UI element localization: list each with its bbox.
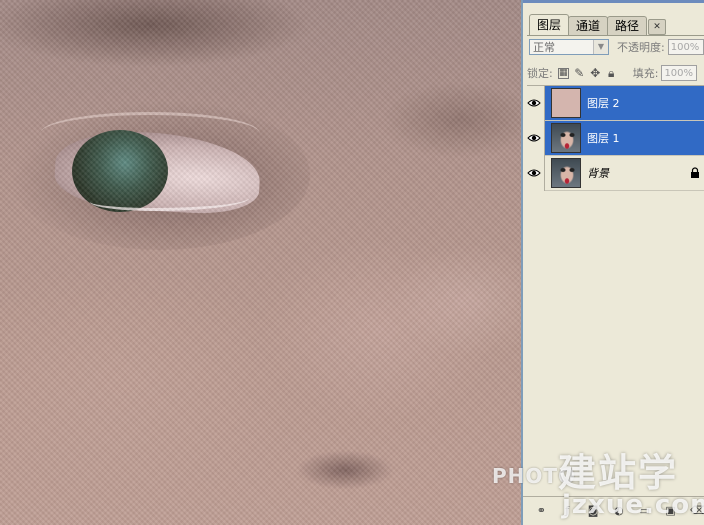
layer-row[interactable]: 图层 1: [523, 120, 704, 156]
layer-lock-icon: [691, 167, 699, 178]
lock-all-icon[interactable]: 🔒︎: [606, 67, 617, 79]
new-layer-icon[interactable]: ▣: [664, 505, 677, 517]
tabs-divider: [527, 35, 704, 36]
layer-name: 图层 2: [587, 97, 620, 110]
fill-label: 填充:: [632, 67, 659, 80]
upper-eyelid: [40, 112, 260, 155]
panel-menu-icon[interactable]: ✕: [648, 19, 667, 35]
lock-transparency-icon[interactable]: ▦: [557, 67, 569, 79]
blend-row: 正常 ▼ 不透明度: 100%: [529, 38, 704, 56]
layer-style-icon[interactable]: ƒ: [561, 505, 574, 517]
layer-name: 背景: [587, 167, 609, 180]
layer-row[interactable]: 背景: [523, 155, 704, 191]
visibility-eye-icon[interactable]: [523, 120, 545, 156]
blend-mode-select[interactable]: 正常 ▼: [529, 39, 609, 55]
adjustment-icon[interactable]: ◐: [612, 505, 625, 517]
photo-canvas[interactable]: [0, 0, 522, 525]
tab-paths[interactable]: 路径: [607, 16, 648, 35]
iris: [72, 130, 168, 212]
layers-panel: 图层 通道 路径 ✕ 正常 ▼ 不透明度: 100% 锁定: ▦ ✎ ✥ 🔒︎ …: [521, 0, 704, 525]
eye-white: [53, 127, 262, 217]
lock-brush-icon[interactable]: ✎: [574, 67, 585, 79]
lower-eyelid: [90, 188, 250, 211]
layer-list: 图层 2 图层 1 背景: [523, 85, 704, 191]
opacity-input[interactable]: 100%: [667, 39, 704, 55]
tab-layers[interactable]: 图层: [529, 14, 570, 35]
blend-mode-value: 正常: [533, 41, 555, 54]
layer-thumbnail: [551, 88, 581, 118]
layer-name: 图层 1: [587, 132, 620, 145]
chevron-down-icon: ▼: [593, 40, 608, 54]
layer-thumbnail: [551, 123, 581, 153]
folder-icon[interactable]: ▭: [638, 505, 651, 517]
lock-label: 锁定:: [527, 67, 553, 80]
panel-tabs: 图层 通道 路径 ✕: [529, 14, 704, 35]
tab-channels[interactable]: 通道: [568, 16, 609, 35]
lock-row: 锁定: ▦ ✎ ✥ 🔒︎ 填充: 100%: [527, 64, 704, 82]
layer-row[interactable]: 图层 2: [523, 85, 704, 121]
trash-icon[interactable]: ⌫: [690, 505, 704, 517]
eye-socket-shadow: [10, 100, 310, 250]
fill-input[interactable]: 100%: [661, 65, 698, 81]
panel-footer: ⚭ ƒ ◙ ◐ ▭ ▣ ⌫: [523, 496, 704, 525]
lock-move-icon[interactable]: ✥: [590, 67, 601, 79]
mask-icon[interactable]: ◙: [587, 505, 600, 517]
link-icon[interactable]: ⚭: [535, 505, 548, 517]
visibility-eye-icon[interactable]: [523, 85, 545, 121]
opacity-label: 不透明度:: [617, 41, 665, 54]
layer-thumbnail: [551, 158, 581, 188]
visibility-eye-icon[interactable]: [523, 155, 545, 191]
